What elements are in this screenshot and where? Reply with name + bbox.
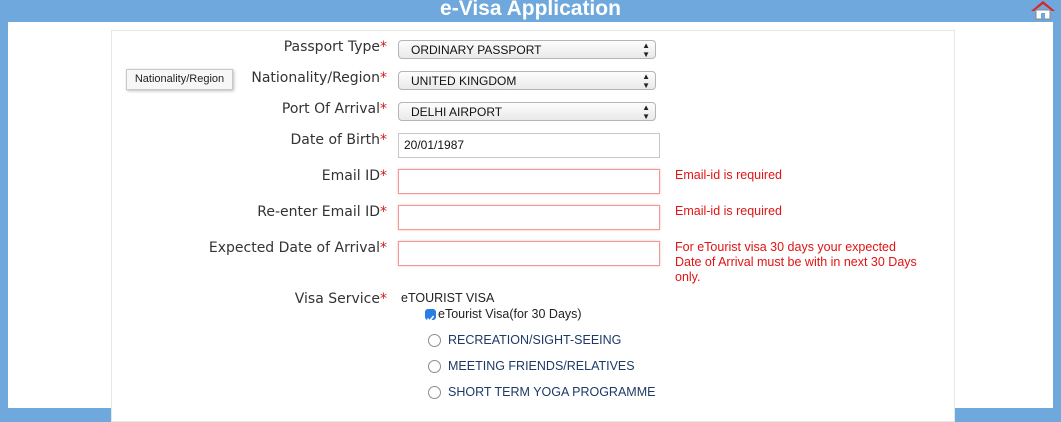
passport-type-label: Passport Type* [283,39,387,55]
dob-label: Date of Birth* [290,132,387,148]
email-confirm-input[interactable] [398,205,660,230]
nationality-tooltip: Nationality/Region [126,69,233,90]
option-meeting-friends[interactable]: MEETING FRIENDS/RELATIVES [448,359,635,373]
etourist-checkbox[interactable] [425,309,436,323]
port-of-arrival-label: Port Of Arrival* [281,101,387,117]
etourist-option-label: eTourist Visa(for 30 Days) [438,307,582,321]
select-arrows-icon: ▲ ▼ [642,72,650,90]
port-of-arrival-value: DELHI AIRPORT [411,105,503,119]
radio-yoga[interactable] [428,386,441,399]
select-arrows-icon: ▲ ▼ [642,103,650,121]
email-label: Email ID* [321,168,387,184]
radio-recreation[interactable] [428,334,441,347]
port-of-arrival-select[interactable]: DELHI AIRPORT ▲ ▼ [398,102,656,121]
email-error: Email-id is required [675,168,782,182]
dob-input[interactable]: 20/01/1987 [398,133,660,158]
arrival-date-label: Expected Date of Arrival* [208,240,387,256]
option-yoga[interactable]: SHORT TERM YOGA PROGRAMME [448,385,655,399]
visa-service-label: Visa Service* [294,291,387,307]
passport-type-select[interactable]: ORDINARY PASSPORT ▲ ▼ [398,40,656,59]
visa-group-label: eTOURIST VISA [401,291,495,305]
passport-type-value: ORDINARY PASSPORT [411,43,542,57]
arrival-date-error: For eTourist visa 30 days your expected … [675,240,917,284]
select-arrows-icon: ▲ ▼ [642,41,650,59]
arrival-date-input[interactable] [398,241,660,266]
checkmark-icon [426,315,435,323]
option-recreation[interactable]: RECREATION/SIGHT-SEEING [448,333,621,347]
header-bar: e-Visa Application [0,0,1061,22]
nationality-select[interactable]: UNITED KINGDOM ▲ ▼ [398,71,656,90]
email-confirm-error: Email-id is required [675,204,782,218]
email-confirm-label: Re-enter Email ID* [257,204,387,220]
page-title: e-Visa Application [440,0,621,20]
radio-meeting-friends[interactable] [428,360,441,373]
email-input[interactable] [398,169,660,194]
home-icon[interactable] [1030,0,1056,20]
nationality-value: UNITED KINGDOM [411,74,517,88]
